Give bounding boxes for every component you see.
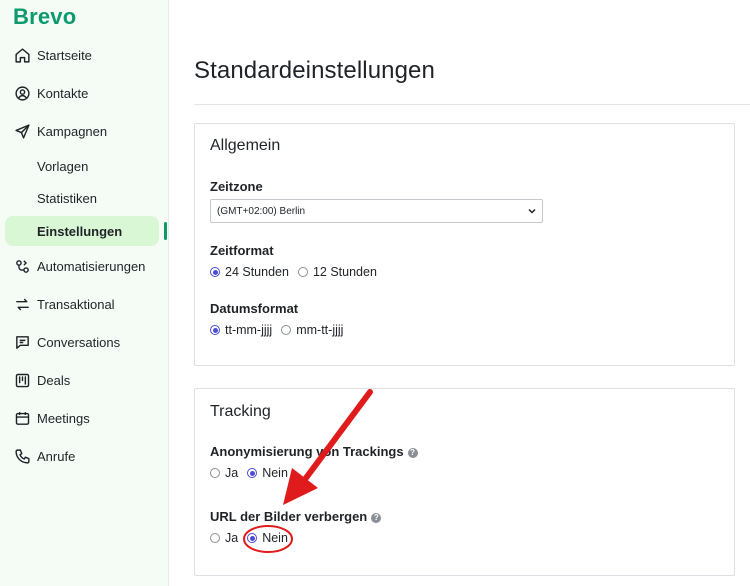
radio-label: Nein <box>262 466 288 480</box>
deals-icon <box>13 371 31 389</box>
radio-button[interactable] <box>210 325 220 335</box>
radio-button[interactable] <box>210 267 220 277</box>
divider <box>194 104 750 105</box>
tracking-card: Tracking Anonymisierung von Trackings? J… <box>194 388 735 576</box>
anonymisierung-option-nein[interactable]: Nein <box>247 466 288 480</box>
sidebar-item-transaktional[interactable]: Transaktional <box>0 289 169 319</box>
sidebar-item-label: Startseite <box>37 47 92 63</box>
radio-label: 12 Stunden <box>312 265 377 279</box>
radio-button[interactable] <box>281 325 292 335</box>
datumsformat-radio-group: tt-mm-jjjj mm-tt-jjjj <box>210 323 352 337</box>
url-bilder-option-ja[interactable]: Ja <box>210 531 238 545</box>
sidebar-subitem-label: Vorlagen <box>37 158 89 174</box>
datumsformat-option-mm-tt-jjjj[interactable]: mm-tt-jjjj <box>281 323 343 337</box>
send-icon <box>13 122 31 140</box>
zeitzone-value: (GMT+02:00) Berlin <box>217 205 306 217</box>
radio-label: mm-tt-jjjj <box>296 323 344 337</box>
radio-label: Nein <box>262 531 288 545</box>
home-icon <box>13 46 31 64</box>
datumsformat-option-tt-mm-jjjj[interactable]: tt-mm-jjjj <box>210 323 272 337</box>
sidebar-subitem-vorlagen[interactable]: Vorlagen <box>5 151 159 181</box>
zeitzone-label: Zeitzone <box>210 179 263 194</box>
contact-icon <box>13 84 31 102</box>
sidebar-item-startseite[interactable]: Startseite <box>0 40 169 70</box>
url-bilder-label-text: URL der Bilder verbergen <box>210 509 368 524</box>
zeitformat-radio-group: 24 Stunden 12 Stunden <box>210 265 386 279</box>
anonymisierung-option-ja[interactable]: Ja <box>210 466 238 480</box>
sidebar: Brevo Startseite Kontakte Kampagnen Vorl… <box>0 0 169 586</box>
zeitzone-select[interactable]: (GMT+02:00) Berlin <box>210 199 543 223</box>
sidebar-subitem-label: Statistiken <box>37 190 97 206</box>
radio-button[interactable] <box>210 468 220 478</box>
sidebar-item-kampagnen[interactable]: Kampagnen <box>0 116 169 146</box>
automation-icon <box>13 257 31 275</box>
anonymisierung-radio-group: Ja Nein <box>210 466 297 480</box>
radio-label: Ja <box>225 531 239 545</box>
sidebar-item-label: Deals <box>37 372 71 388</box>
brevo-logo[interactable]: Brevo <box>13 4 76 30</box>
phone-icon <box>13 447 31 465</box>
page-title: Standardeinstellungen <box>194 57 435 84</box>
sidebar-item-automatisierungen[interactable]: Automatisierungen <box>0 251 169 281</box>
chevron-down-icon <box>528 208 536 214</box>
help-icon[interactable]: ? <box>371 513 382 523</box>
sidebar-subitem-einstellungen[interactable]: Einstellungen <box>5 216 159 246</box>
sidebar-item-label: Kontakte <box>37 85 89 101</box>
sidebar-item-kontakte[interactable]: Kontakte <box>0 78 169 108</box>
url-bilder-label: URL der Bilder verbergen? <box>210 509 382 524</box>
url-bilder-radio-group: Ja Nein <box>210 531 297 545</box>
transfer-icon <box>13 295 31 313</box>
sidebar-item-deals[interactable]: Deals <box>0 365 169 395</box>
anonymisierung-label-text: Anonymisierung von Trackings <box>210 444 404 459</box>
section-title: Allgemein <box>210 137 281 154</box>
sidebar-item-meetings[interactable]: Meetings <box>0 403 169 433</box>
zeitformat-option-24[interactable]: 24 Stunden <box>210 265 289 279</box>
radio-label: tt-mm-jjjj <box>225 323 273 337</box>
zeitformat-label: Zeitformat <box>210 243 274 258</box>
sidebar-item-label: Kampagnen <box>37 123 108 139</box>
help-icon[interactable]: ? <box>407 448 418 458</box>
sidebar-item-anrufe[interactable]: Anrufe <box>0 441 169 471</box>
allgemein-card: Allgemein Zeitzone (GMT+02:00) Berlin Ze… <box>194 123 735 366</box>
url-bilder-option-nein[interactable]: Nein <box>247 531 288 545</box>
sidebar-item-label: Transaktional <box>37 296 115 312</box>
active-indicator <box>164 222 167 240</box>
chat-icon <box>13 333 31 351</box>
radio-button[interactable] <box>297 267 308 277</box>
radio-button[interactable] <box>247 468 258 478</box>
zeitformat-option-12[interactable]: 12 Stunden <box>297 265 377 279</box>
radio-label: Ja <box>225 466 239 480</box>
radio-button[interactable] <box>210 533 220 543</box>
datumsformat-label: Datumsformat <box>210 301 299 316</box>
sidebar-item-label: Conversations <box>37 334 121 350</box>
sidebar-item-label: Automatisierungen <box>37 258 146 274</box>
section-title: Tracking <box>210 403 271 420</box>
sidebar-item-label: Anrufe <box>37 448 76 464</box>
sidebar-item-label: Meetings <box>37 410 90 426</box>
sidebar-item-conversations[interactable]: Conversations <box>0 327 169 357</box>
calendar-icon <box>13 409 31 427</box>
sidebar-subitem-statistiken[interactable]: Statistiken <box>5 183 159 213</box>
radio-button[interactable] <box>247 533 258 543</box>
anonymisierung-label: Anonymisierung von Trackings? <box>210 444 418 459</box>
sidebar-subitem-label: Einstellungen <box>37 223 123 239</box>
radio-label: 24 Stunden <box>225 265 289 279</box>
